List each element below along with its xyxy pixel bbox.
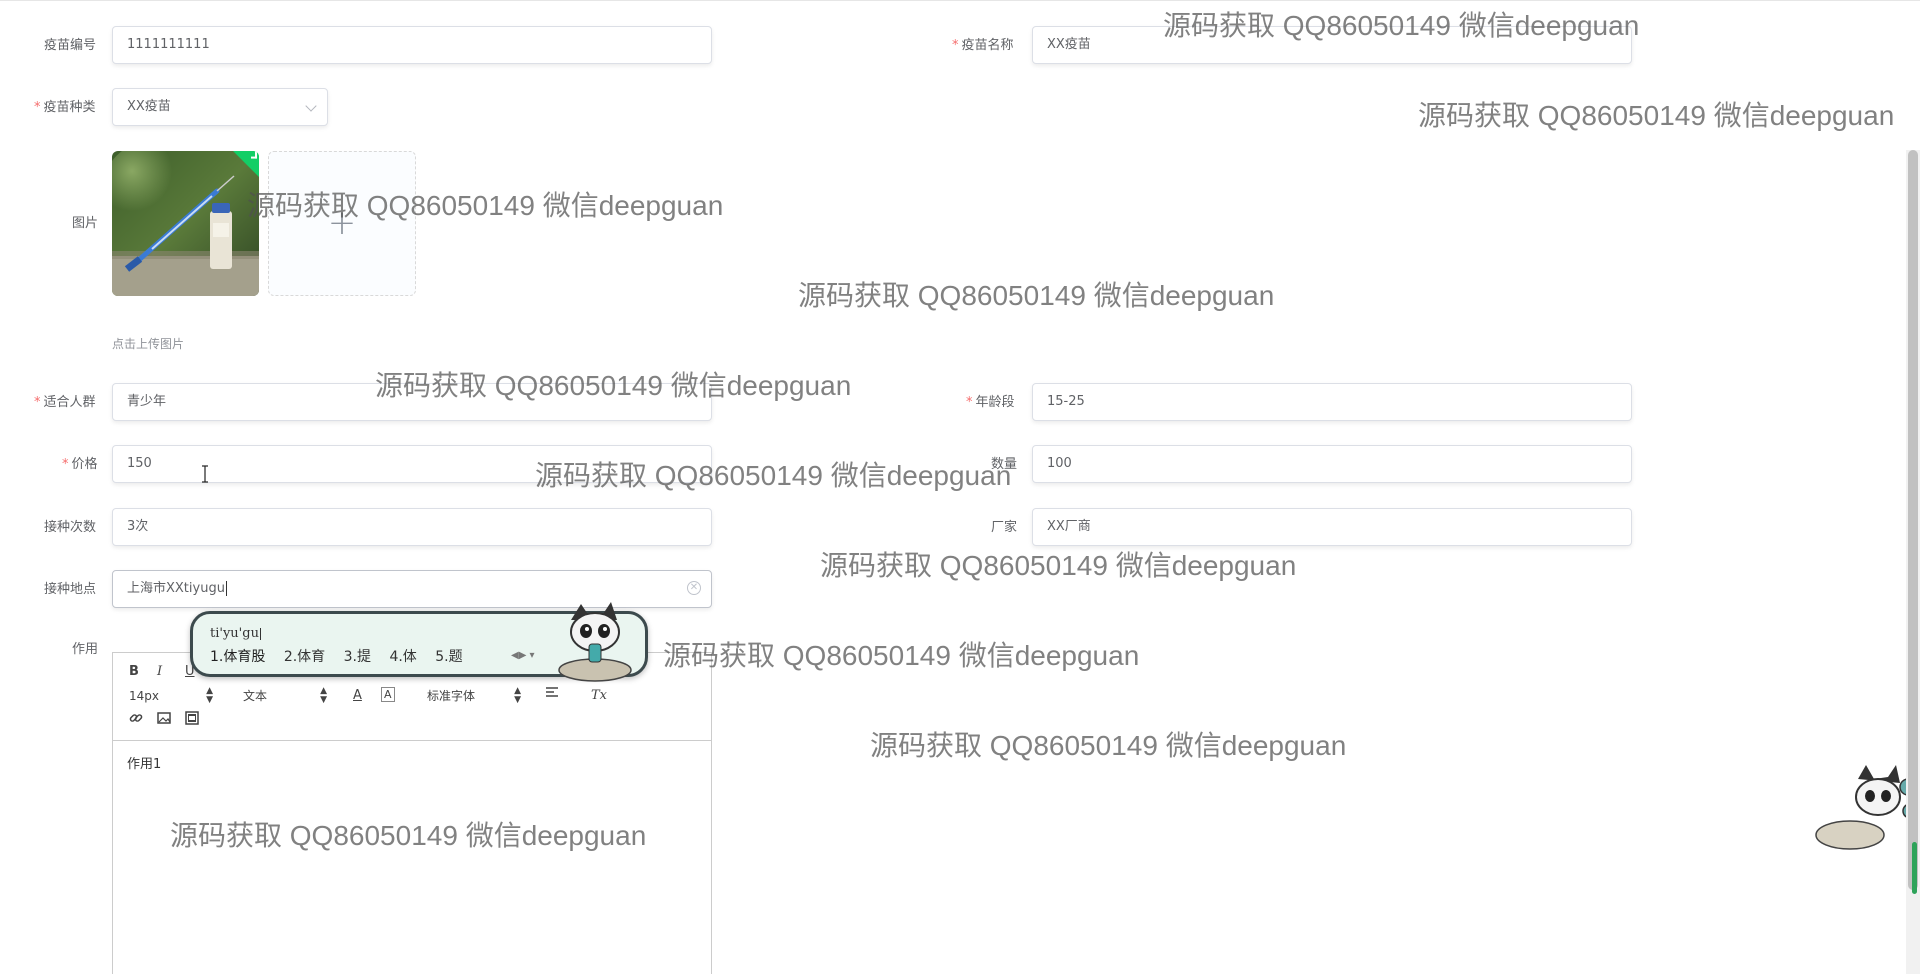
video-icon[interactable] xyxy=(185,711,199,731)
ime-candidate[interactable]: 3.提 xyxy=(344,649,371,665)
ime-candidate[interactable]: 5.题 xyxy=(435,649,462,665)
ime-candidate[interactable]: 1.体育股 xyxy=(210,649,265,665)
vaccine-type-select[interactable]: XX疫苗 xyxy=(112,88,328,126)
updown-icon: ▲ ▼ xyxy=(320,686,327,705)
quantity-input[interactable]: 100 xyxy=(1032,445,1632,483)
effect-label: 作用 xyxy=(72,642,99,657)
scroll-indicator xyxy=(1912,842,1917,894)
ime-pinyin: ti'yu'gu xyxy=(210,626,261,641)
vaccine-name-label: * 疫苗名称 xyxy=(952,38,1014,53)
scrollbar-thumb[interactable] xyxy=(1908,150,1918,890)
vaccine-type-label: * 疫苗种类 xyxy=(34,100,96,115)
upload-image-button[interactable]: + xyxy=(268,151,416,296)
picture-label: 图片 xyxy=(72,216,99,231)
location-label: 接种地点 xyxy=(44,582,97,597)
font-size-select[interactable]: 14px ▲ ▼ xyxy=(129,687,213,705)
quantity-label: 数量 xyxy=(991,457,1018,472)
ime-page-arrows-icon[interactable]: ◀▶ ▾ xyxy=(511,650,535,661)
watermark-text: 源码获取 QQ86050149 微信deepguan xyxy=(798,280,1275,311)
ime-candidate[interactable]: 2.体育 xyxy=(284,649,325,665)
italic-button[interactable]: I xyxy=(157,663,162,681)
watermark-text: 源码获取 QQ86050149 微信deepguan xyxy=(820,550,1297,581)
upload-tip[interactable]: 点击上传图片 xyxy=(112,335,184,352)
desktop-mascot-icon xyxy=(1815,765,1918,850)
updown-icon: ▲ ▼ xyxy=(206,686,213,705)
price-label: * 价格 xyxy=(62,457,98,472)
ime-candidate[interactable]: 4.体 xyxy=(389,649,416,665)
link-icon[interactable] xyxy=(129,711,143,731)
vaccine-image-thumbnail[interactable] xyxy=(112,151,259,296)
bold-button[interactable]: B xyxy=(129,663,139,681)
vaccine-code-label: 疫苗编号 xyxy=(44,38,97,53)
manufacturer-label: 厂家 xyxy=(991,520,1018,535)
align-icon[interactable] xyxy=(545,685,559,705)
block-type-select[interactable]: 文本 ▲ ▼ xyxy=(243,687,327,705)
watermark-text: 源码获取 QQ86050149 微信deepguan xyxy=(663,640,1140,671)
manufacturer-input[interactable]: XX厂商 xyxy=(1032,508,1632,546)
age-range-label: * 年龄段 xyxy=(966,395,1015,410)
font-color-icon[interactable]: A xyxy=(353,687,362,705)
target-group-label: * 适合人群 xyxy=(34,395,96,410)
vaccine-photo xyxy=(112,151,259,296)
chevron-down-icon xyxy=(305,100,317,112)
text-caret xyxy=(225,581,227,596)
editor-content[interactable]: 作用1 xyxy=(127,753,161,772)
clear-icon[interactable]: ✕ xyxy=(687,581,701,595)
ime-mascot-icon xyxy=(558,602,632,682)
vaccine-name-input[interactable]: XX疫苗 xyxy=(1032,26,1632,64)
dose-count-label: 接种次数 xyxy=(44,520,97,535)
vaccine-edit-page: 疫苗编号 1111111111 * 疫苗名称 XX疫苗 * 疫苗种类 XX疫苗 图片 xyxy=(0,0,1920,974)
text-cursor-icon xyxy=(202,465,208,483)
rich-text-editor[interactable]: B I U 14px ▲ ▼ 文本 ▲ ▼ A A 标准字体 ▲ ▼ Tx 作用… xyxy=(112,652,712,974)
updown-icon: ▲ ▼ xyxy=(514,686,521,705)
watermark-text: 源码获取 QQ86050149 微信deepguan xyxy=(870,730,1347,761)
background-color-icon[interactable]: A xyxy=(381,687,395,702)
age-range-input[interactable]: 15-25 xyxy=(1032,383,1632,421)
target-group-input[interactable]: 青少年 xyxy=(112,383,712,421)
check-icon xyxy=(251,151,257,159)
image-icon[interactable] xyxy=(157,711,171,731)
vaccine-code-input[interactable]: 1111111111 xyxy=(112,26,712,64)
ime-candidate-window: ti'yu'gu 1.体育股 2.体育 3.提 4.体 5.题 ◀▶ ▾ xyxy=(190,602,648,682)
font-family-select[interactable]: 标准字体 ▲ ▼ xyxy=(427,687,521,705)
ime-candidates: 1.体育股 2.体育 3.提 4.体 5.题 xyxy=(210,646,477,666)
watermark-text: 源码获取 QQ86050149 微信deepguan xyxy=(1418,100,1895,131)
dose-count-input[interactable]: 3次 xyxy=(112,508,712,546)
clear-format-button[interactable]: Tx xyxy=(591,687,607,705)
plus-icon: + xyxy=(327,203,357,243)
top-divider xyxy=(0,0,1920,4)
